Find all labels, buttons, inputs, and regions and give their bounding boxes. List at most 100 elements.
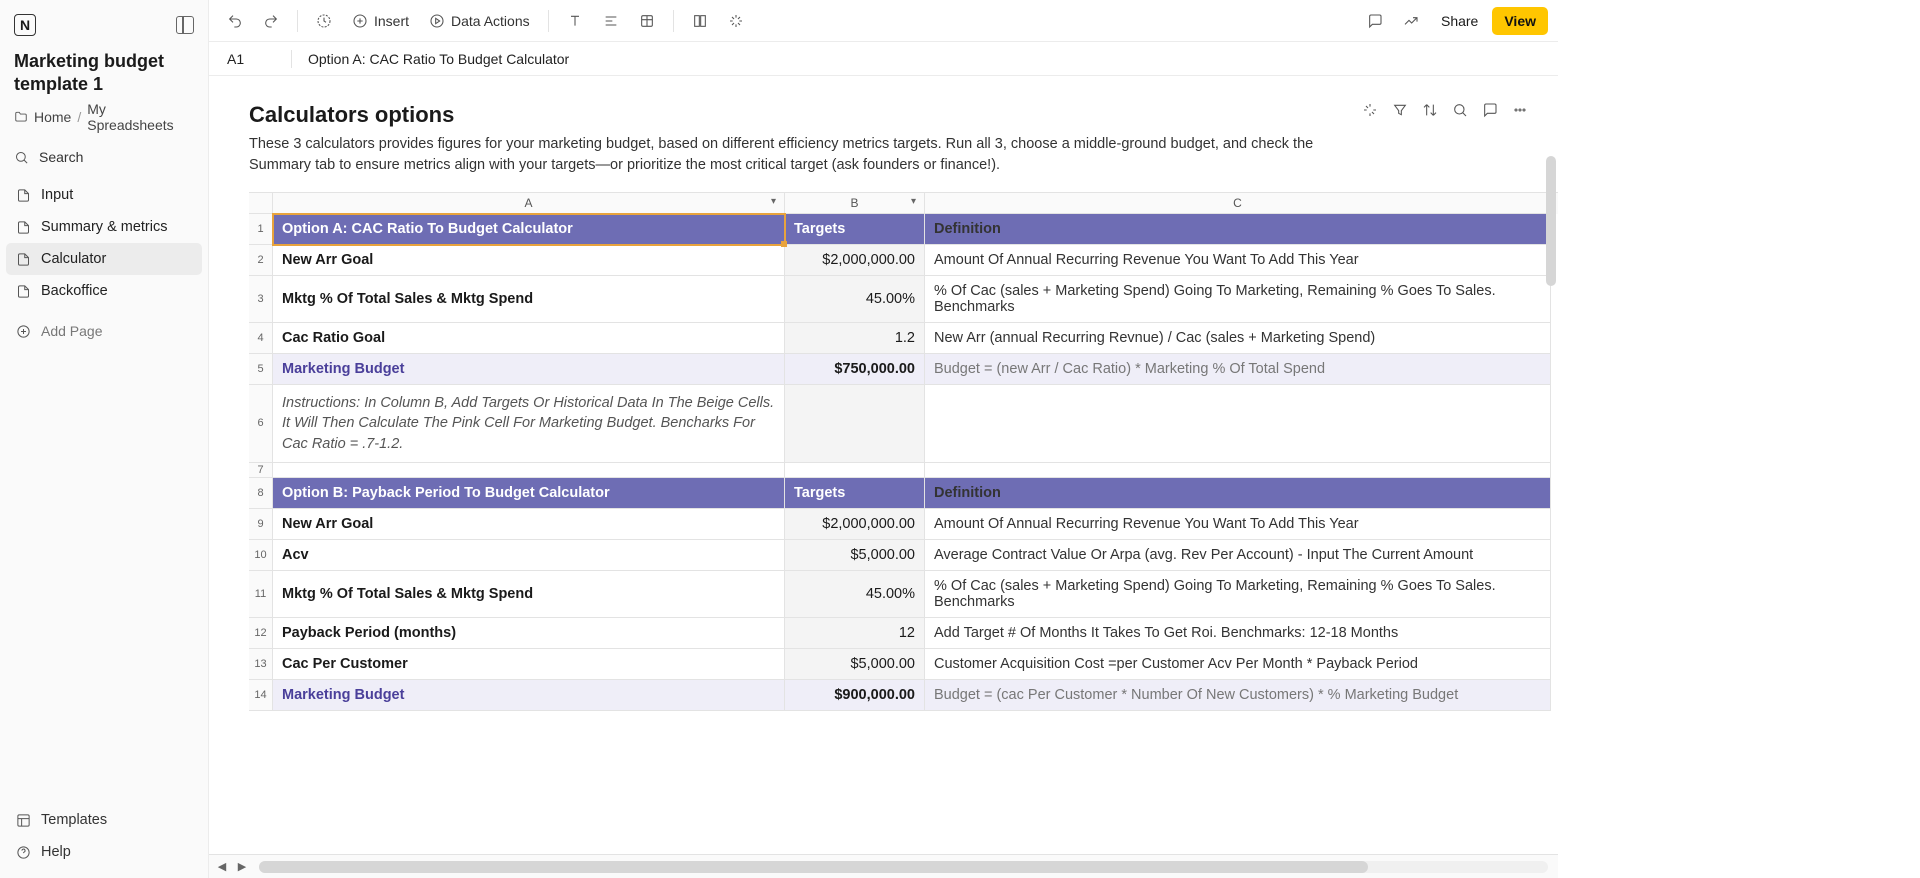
cell[interactable]: Marketing Budget xyxy=(273,354,785,385)
chevron-down-icon[interactable]: ▾ xyxy=(771,196,776,207)
cell[interactable] xyxy=(925,385,1551,463)
row-header[interactable]: 2 xyxy=(249,245,273,276)
cell[interactable]: Definition xyxy=(925,214,1551,245)
row-header[interactable]: 13 xyxy=(249,649,273,680)
cell[interactable]: Amount Of Annual Recurring Revenue You W… xyxy=(925,245,1551,276)
ai-sparkle-button[interactable] xyxy=(1362,102,1378,121)
more-button[interactable] xyxy=(1512,102,1528,121)
help-button[interactable]: Help xyxy=(6,836,202,868)
app-logo[interactable]: N xyxy=(14,14,36,36)
cell[interactable]: Amount Of Annual Recurring Revenue You W… xyxy=(925,509,1551,540)
row-header[interactable]: 6 xyxy=(249,385,273,463)
column-button[interactable] xyxy=(684,8,716,34)
cell[interactable]: $2,000,000.00 xyxy=(785,509,925,540)
cell[interactable]: % Of Cac (sales + Marketing Spend) Going… xyxy=(925,276,1551,323)
filter-button[interactable] xyxy=(1392,102,1408,121)
cell[interactable] xyxy=(785,385,925,463)
ai-button[interactable] xyxy=(720,8,752,34)
cell[interactable]: Option A: CAC Ratio To Budget Calculator xyxy=(273,214,785,245)
sort-button[interactable] xyxy=(1422,102,1438,121)
cell[interactable]: New Arr Goal xyxy=(273,509,785,540)
select-all-corner[interactable] xyxy=(249,193,273,214)
cell[interactable]: 1.2 xyxy=(785,323,925,354)
row-header[interactable]: 7 xyxy=(249,463,273,478)
sidebar-item-summary[interactable]: Summary & metrics xyxy=(6,211,202,243)
scrollbar-thumb[interactable] xyxy=(1546,156,1556,286)
cell[interactable]: Definition xyxy=(925,478,1551,509)
row-header[interactable]: 5 xyxy=(249,354,273,385)
sidebar-item-backoffice[interactable]: Backoffice xyxy=(6,275,202,307)
row-header[interactable]: 3 xyxy=(249,276,273,323)
row-header[interactable]: 4 xyxy=(249,323,273,354)
breadcrumb-home[interactable]: Home xyxy=(34,109,71,125)
data-actions-button[interactable]: Data Actions xyxy=(421,8,538,34)
cell[interactable]: Targets xyxy=(785,214,925,245)
cell[interactable] xyxy=(925,463,1551,478)
comments-button[interactable] xyxy=(1482,102,1498,121)
templates-button[interactable]: Templates xyxy=(6,804,202,836)
breadcrumb[interactable]: Home / My Spreadsheets xyxy=(0,99,208,141)
cell[interactable]: $900,000.00 xyxy=(785,680,925,711)
spreadsheet-grid[interactable]: A▾ B▾ C 1Option A: CAC Ratio To Budget C… xyxy=(249,192,1558,711)
cell[interactable]: 45.00% xyxy=(785,571,925,618)
insert-button[interactable]: Insert xyxy=(344,8,417,34)
breadcrumb-folder[interactable]: My Spreadsheets xyxy=(87,101,194,133)
cell[interactable]: Cac Ratio Goal xyxy=(273,323,785,354)
find-button[interactable] xyxy=(1452,102,1468,121)
scrollbar-thumb[interactable] xyxy=(259,861,1368,873)
text-format-button[interactable] xyxy=(559,8,591,34)
cell[interactable]: Average Contract Value Or Arpa (avg. Rev… xyxy=(925,540,1551,571)
search-button[interactable]: Search xyxy=(0,141,208,173)
cell[interactable]: Budget = (cac Per Customer * Number Of N… xyxy=(925,680,1551,711)
row-header[interactable]: 12 xyxy=(249,618,273,649)
row-header[interactable]: 8 xyxy=(249,478,273,509)
align-button[interactable] xyxy=(595,8,627,34)
chevron-down-icon[interactable]: ▾ xyxy=(911,196,916,207)
formula-value[interactable]: Option A: CAC Ratio To Budget Calculator xyxy=(308,51,569,67)
cell[interactable]: $5,000.00 xyxy=(785,540,925,571)
sidebar-item-calculator[interactable]: Calculator xyxy=(6,243,202,275)
view-button[interactable]: View xyxy=(1492,7,1548,35)
cell[interactable]: Acv xyxy=(273,540,785,571)
cell[interactable] xyxy=(273,463,785,478)
cell[interactable]: Marketing Budget xyxy=(273,680,785,711)
cell[interactable]: New Arr Goal xyxy=(273,245,785,276)
cell[interactable] xyxy=(785,463,925,478)
vertical-scrollbar[interactable] xyxy=(1546,156,1556,824)
cell[interactable]: % Of Cac (sales + Marketing Spend) Going… xyxy=(925,571,1551,618)
cell[interactable]: $5,000.00 xyxy=(785,649,925,680)
cell[interactable]: 12 xyxy=(785,618,925,649)
share-button[interactable]: Share xyxy=(1431,7,1488,35)
cell[interactable]: Targets xyxy=(785,478,925,509)
cell[interactable]: $2,000,000.00 xyxy=(785,245,925,276)
activity-button[interactable] xyxy=(1395,8,1427,34)
horizontal-scrollbar[interactable] xyxy=(259,861,1548,873)
cell[interactable]: Mktg % Of Total Sales & Mktg Spend xyxy=(273,276,785,323)
column-header-a[interactable]: A▾ xyxy=(273,193,785,214)
history-button[interactable] xyxy=(308,8,340,34)
sidebar-item-input[interactable]: Input xyxy=(6,179,202,211)
toggle-sidebar-icon[interactable] xyxy=(176,16,194,34)
cell-format-button[interactable] xyxy=(631,8,663,34)
cell[interactable]: Mktg % Of Total Sales & Mktg Spend xyxy=(273,571,785,618)
row-header[interactable]: 10 xyxy=(249,540,273,571)
row-header[interactable]: 9 xyxy=(249,509,273,540)
cell[interactable]: New Arr (annual Recurring Revnue) / Cac … xyxy=(925,323,1551,354)
row-header[interactable]: 11 xyxy=(249,571,273,618)
cell[interactable]: Option B: Payback Period To Budget Calcu… xyxy=(273,478,785,509)
cell[interactable]: Budget = (new Arr / Cac Ratio) * Marketi… xyxy=(925,354,1551,385)
cell[interactable]: Instructions: In Column B, Add Targets O… xyxy=(273,385,785,463)
row-header[interactable]: 14 xyxy=(249,680,273,711)
redo-button[interactable] xyxy=(255,8,287,34)
sheet-prev-button[interactable]: ◀ xyxy=(213,858,231,876)
column-header-c[interactable]: C xyxy=(925,193,1551,214)
cell[interactable]: Add Target # Of Months It Takes To Get R… xyxy=(925,618,1551,649)
column-header-b[interactable]: B▾ xyxy=(785,193,925,214)
row-header[interactable]: 1 xyxy=(249,214,273,245)
cell[interactable]: 45.00% xyxy=(785,276,925,323)
sheet-next-button[interactable]: ▶ xyxy=(233,858,251,876)
cell[interactable]: Cac Per Customer xyxy=(273,649,785,680)
cell-reference[interactable]: A1 xyxy=(227,51,275,67)
cell[interactable]: $750,000.00 xyxy=(785,354,925,385)
cell[interactable]: Payback Period (months) xyxy=(273,618,785,649)
